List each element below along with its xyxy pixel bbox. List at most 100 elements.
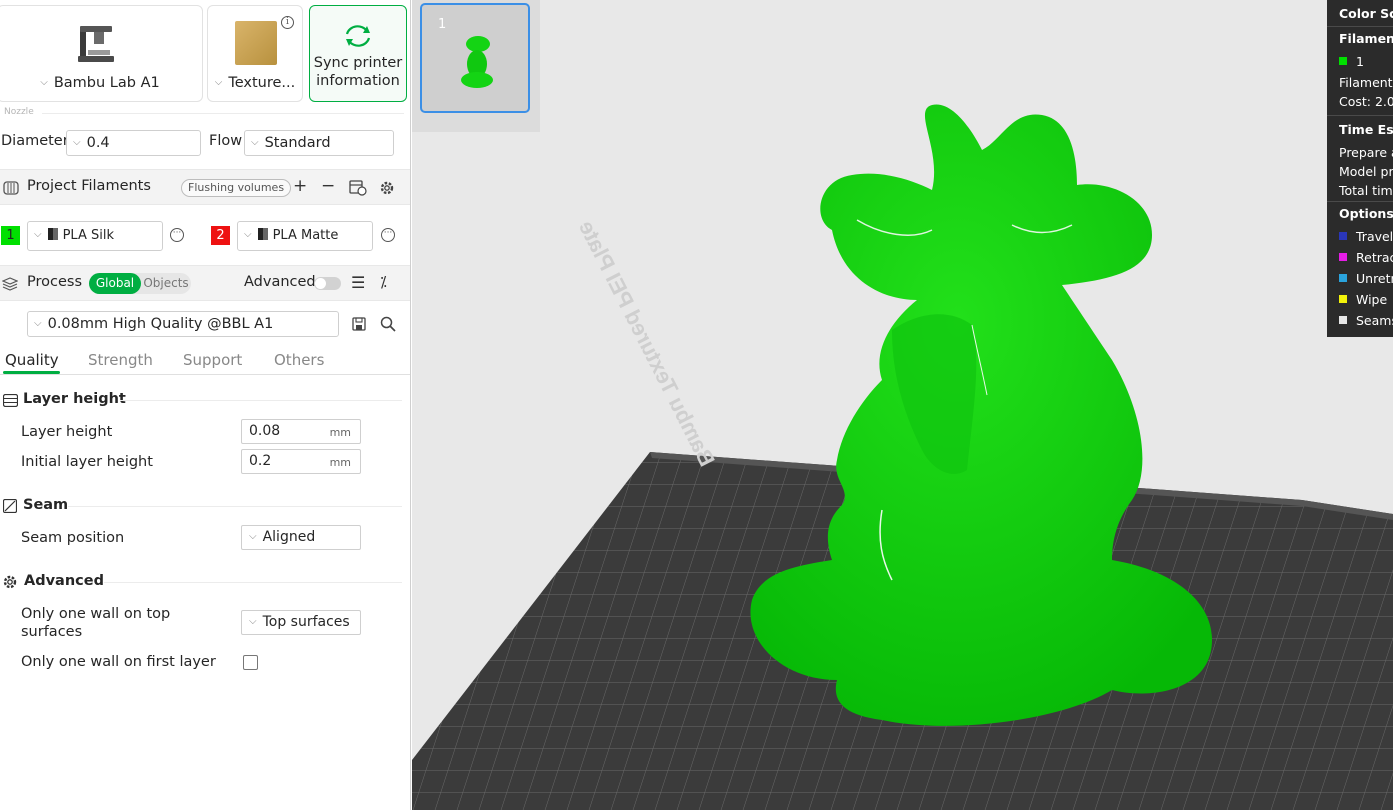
seam-icon — [3, 499, 17, 513]
filament-2-more-icon[interactable]: ··· — [381, 228, 395, 242]
filament-1-more-icon[interactable]: ··· — [170, 228, 184, 242]
save-icon[interactable] — [352, 317, 366, 331]
color-scheme-header[interactable]: Color Sch — [1339, 6, 1393, 21]
legend-cost-row: Cost: 2.0 — [1339, 94, 1393, 109]
gear-icon[interactable] — [379, 180, 395, 196]
divider — [0, 374, 410, 375]
divider — [104, 582, 402, 583]
seam-position-value: Aligned — [262, 529, 316, 545]
seam-position-select[interactable]: ⌵ Aligned — [241, 525, 361, 550]
plate-card[interactable]: i ⌵ Texture... — [207, 5, 303, 102]
sync-label-line1: Sync printer — [313, 55, 403, 71]
layer-height-label: Layer height — [21, 424, 113, 440]
tab-strength[interactable]: Strength — [88, 351, 153, 369]
filament-2-index: 2 — [216, 228, 225, 243]
printer-icon — [78, 26, 114, 62]
advanced-gear-icon — [3, 575, 17, 589]
plate-thumbnail[interactable]: 1 — [420, 3, 530, 113]
option-travel-label: Travel — [1356, 229, 1393, 244]
filament-1-swatch[interactable]: 1 — [1, 226, 20, 245]
layer-height-group-title: Layer height — [23, 391, 126, 407]
one-wall-first-layer-label: Only one wall on first layer — [21, 654, 216, 670]
filament-1-select[interactable]: ⌵ PLA Silk — [27, 221, 163, 251]
divider — [120, 400, 402, 401]
one-wall-top-value: Top surfaces — [262, 614, 350, 630]
legend-panel: Color Sch Filament 1 Filament Cost: 2.0 … — [1327, 0, 1393, 337]
chevron-down-icon: ⌵ — [251, 137, 259, 148]
filament-header: Filament — [1339, 31, 1393, 46]
option-travel[interactable]: Travel — [1339, 229, 1393, 244]
unretraction-color-swatch — [1339, 274, 1347, 282]
filament-brand-icon — [47, 228, 58, 240]
divider — [42, 113, 404, 114]
one-wall-first-layer-checkbox[interactable] — [243, 655, 258, 670]
layers-icon — [2, 277, 18, 291]
tab-others[interactable]: Others — [274, 351, 324, 369]
tab-support[interactable]: Support — [183, 351, 242, 369]
option-seams-label: Seams — [1356, 313, 1393, 328]
option-wipe[interactable]: Wipe — [1339, 292, 1387, 307]
tab-quality[interactable]: Quality — [5, 351, 59, 369]
diameter-select[interactable]: ⌵ 0.4 — [66, 130, 201, 156]
initial-layer-height-label: Initial layer height — [21, 454, 153, 470]
divider — [1327, 201, 1393, 202]
seam-group-title: Seam — [23, 497, 69, 513]
unit-label: mm — [329, 456, 351, 469]
process-mode-toggle[interactable]: Global Objects — [89, 273, 191, 294]
mode-global-button[interactable]: Global — [89, 273, 141, 294]
advanced-toggle[interactable] — [314, 277, 341, 290]
project-filaments-bar: Project Filaments Flushing volumes + − — [0, 169, 410, 205]
legend-filament-row: Filament — [1339, 75, 1393, 90]
diameter-value: 0.4 — [86, 135, 110, 151]
unit-label: mm — [329, 426, 351, 439]
filament-2-select[interactable]: ⌵ PLA Matte — [237, 221, 373, 251]
chevron-down-icon: ⌵ — [73, 137, 81, 148]
chevron-down-icon: ⌵ — [249, 616, 257, 627]
printer-card[interactable]: ⌵ Bambu Lab A1 — [0, 5, 203, 102]
total-time-row: Total time — [1339, 183, 1393, 198]
option-unretraction-label: Unretr — [1356, 271, 1393, 286]
add-filament-icon[interactable]: + — [293, 176, 307, 196]
info-icon[interactable]: i — [281, 16, 294, 29]
retraction-color-swatch — [1339, 253, 1347, 261]
wipe-color-swatch — [1339, 295, 1347, 303]
plate-label: Bambu Textured PEI Plate — [574, 216, 720, 470]
layer-height-input[interactable]: 0.08 mm — [241, 419, 361, 444]
option-seams[interactable]: Seams — [1339, 313, 1393, 328]
flow-select[interactable]: ⌵ Standard — [244, 130, 394, 156]
option-retraction[interactable]: Retrac — [1339, 250, 1393, 265]
flow-label: Flow — [209, 133, 243, 149]
divider — [1327, 26, 1393, 27]
flushing-volumes-button[interactable]: Flushing volumes — [181, 179, 292, 197]
one-wall-top-select[interactable]: ⌵ Top surfaces — [241, 610, 361, 635]
option-retraction-label: Retrac — [1356, 250, 1393, 265]
mode-objects-button[interactable]: Objects — [141, 273, 191, 294]
remove-filament-icon[interactable]: − — [321, 176, 335, 196]
flow-value: Standard — [264, 135, 331, 151]
chevron-down-icon: ⌵ — [244, 229, 252, 240]
filament-sync-icon[interactable] — [349, 180, 367, 196]
sync-label-line2: information — [316, 73, 400, 89]
list-icon[interactable]: ☰ — [351, 273, 365, 292]
option-unretraction[interactable]: Unretr — [1339, 271, 1393, 286]
seam-position-label: Seam position — [21, 530, 125, 546]
time-estimation-header: Time Esti — [1339, 122, 1393, 137]
compare-icon[interactable]: ⁒ — [380, 273, 387, 291]
search-icon[interactable] — [380, 316, 396, 332]
one-wall-top-label: Only one wall on top surfaces — [21, 605, 170, 641]
option-wipe-label: Wipe — [1356, 292, 1388, 307]
advanced-label: Advanced — [244, 274, 316, 290]
filament-2-swatch[interactable]: 2 — [211, 226, 230, 245]
left-settings-panel: ⌵ Bambu Lab A1 i ⌵ Texture... Sync printer… — [0, 0, 411, 810]
chevron-down-icon: ⌵ — [34, 318, 42, 329]
filament-1-name: PLA Silk — [62, 228, 115, 243]
initial-layer-height-input[interactable]: 0.2 mm — [241, 449, 361, 474]
process-preset-select[interactable]: ⌵ 0.08mm High Quality @BBL A1 — [27, 311, 339, 337]
process-bar: Process ☰ ⁒ — [0, 265, 410, 301]
process-preset-value: 0.08mm High Quality @BBL A1 — [47, 316, 274, 332]
chevron-down-icon: ⌵ — [40, 77, 48, 88]
plate-texture-icon — [235, 21, 277, 65]
filament-1-color-swatch — [1339, 57, 1347, 65]
sync-printer-button[interactable]: Sync printer information — [309, 5, 407, 102]
3d-viewport[interactable]: Bambu Textured PEI Plate — [412, 0, 1393, 810]
